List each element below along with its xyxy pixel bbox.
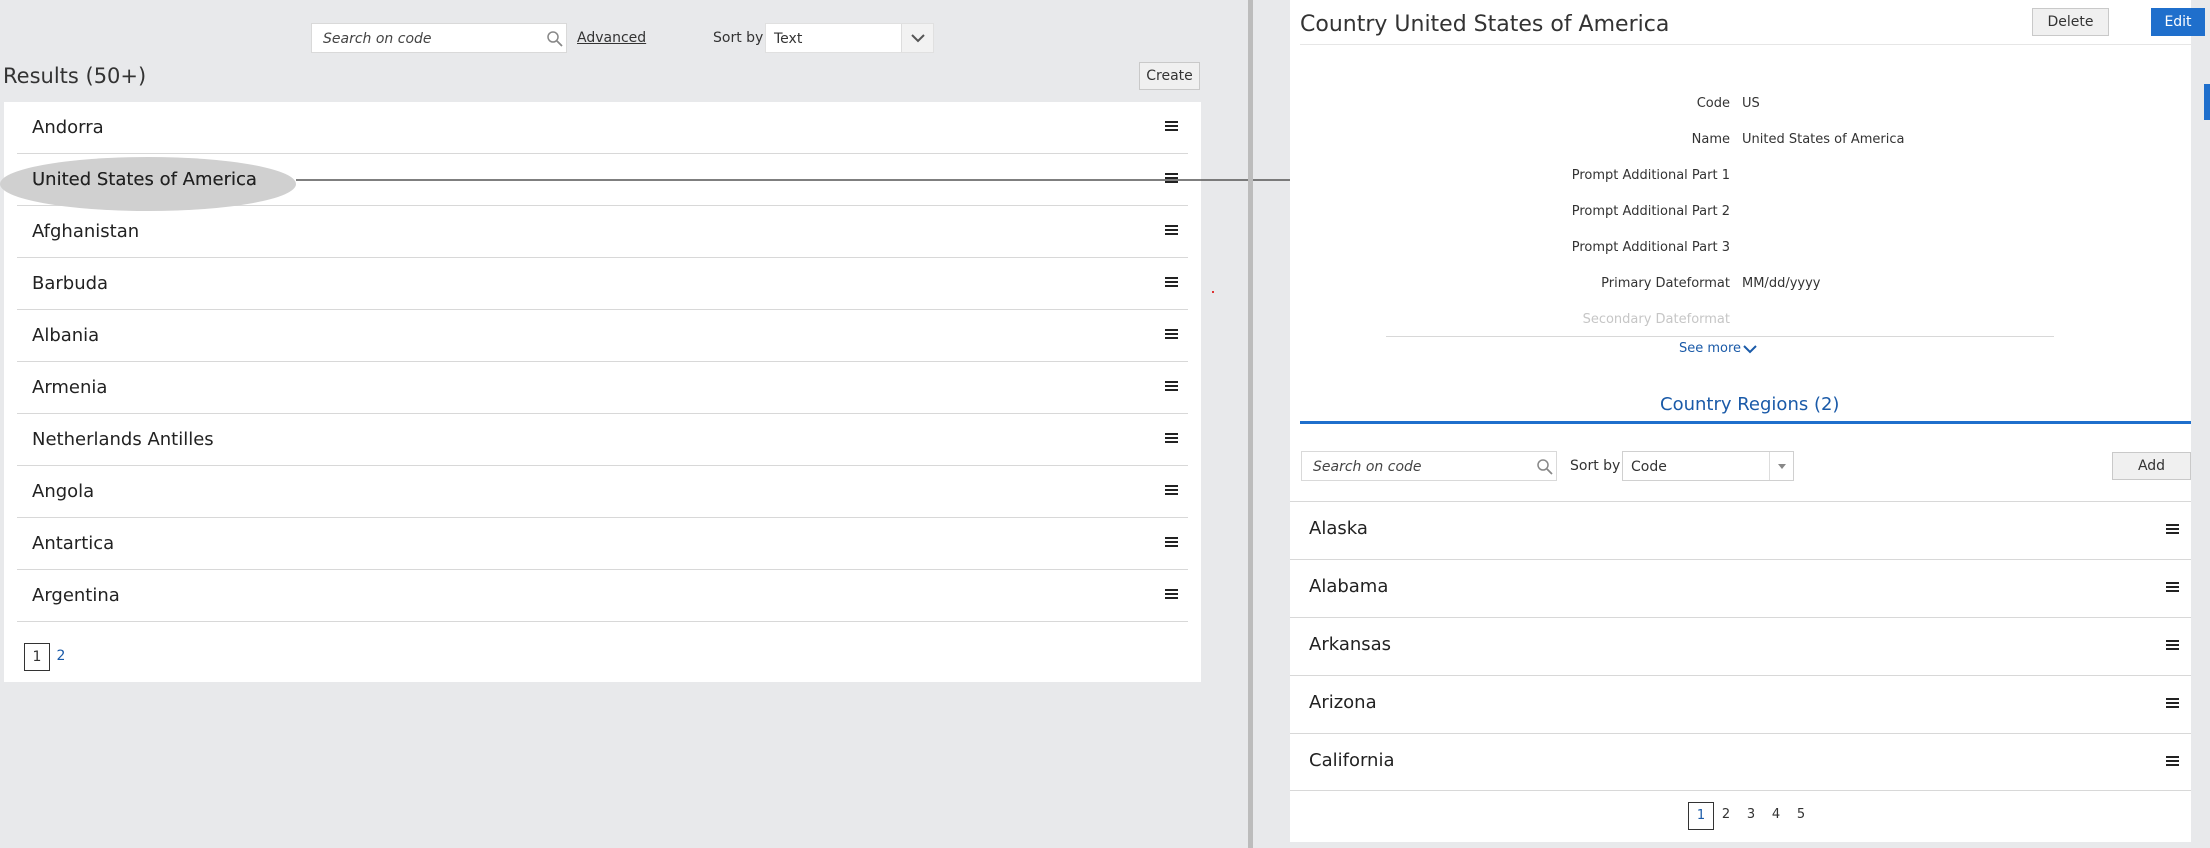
menu-icon[interactable] xyxy=(2166,640,2179,652)
field-label-name: Name xyxy=(1691,132,1730,147)
menu-icon[interactable] xyxy=(2166,582,2179,594)
search-placeholder: Search on code xyxy=(1313,459,1422,475)
list-item[interactable]: California xyxy=(1290,733,2191,791)
sort-by-label: Sort by xyxy=(1570,458,1621,474)
regions-search-input[interactable]: Search on code xyxy=(1301,451,1557,481)
field-label-secondary-dateformat: Secondary Dateformat xyxy=(1582,312,1730,327)
detail-pane: Country United States of America Delete … xyxy=(1290,0,2191,842)
pane-divider[interactable] xyxy=(1248,0,1253,848)
page-button[interactable]: 5 xyxy=(1788,802,1814,830)
page-title: Country United States of America xyxy=(1300,12,1670,37)
menu-icon[interactable] xyxy=(2166,524,2179,536)
field-value-name: United States of America xyxy=(1742,132,1905,147)
field-value-primary-dateformat: MM/dd/yyyy xyxy=(1742,276,1821,291)
add-button[interactable]: Add xyxy=(2112,452,2191,480)
list-item-label: California xyxy=(1309,750,1395,771)
menu-icon[interactable] xyxy=(2166,756,2179,768)
list-item[interactable]: Arkansas xyxy=(1290,617,2191,675)
field-value-code: US xyxy=(1742,96,1760,111)
page-button[interactable]: 3 xyxy=(1738,802,1764,830)
field-label-prompt-1: Prompt Additional Part 1 xyxy=(1571,168,1730,183)
caret-down-icon[interactable] xyxy=(1769,452,1793,480)
regions-tab-underline xyxy=(1300,421,2191,424)
chevron-down-icon[interactable] xyxy=(1742,343,1758,355)
menu-icon[interactable] xyxy=(2166,698,2179,710)
list-item-label: Alaska xyxy=(1309,518,1368,539)
edit-button[interactable]: Edit xyxy=(2151,8,2205,36)
list-item-label: Arkansas xyxy=(1309,634,1392,655)
field-label-code: Code xyxy=(1696,96,1730,111)
field-label-prompt-3: Prompt Additional Part 3 xyxy=(1571,240,1730,255)
sort-select-value: Code xyxy=(1631,459,1667,475)
fields-fade-divider xyxy=(1386,336,2054,337)
page-button[interactable]: 1 xyxy=(1688,802,1714,830)
list-item[interactable]: Alabama xyxy=(1290,559,2191,617)
divider xyxy=(1300,44,2191,45)
regions-sort-select[interactable]: Code xyxy=(1622,451,1794,481)
see-more-link[interactable]: See more xyxy=(1679,341,1741,356)
edge-accent xyxy=(2204,84,2210,120)
list-item-label: Alabama xyxy=(1309,576,1389,597)
field-label-prompt-2: Prompt Additional Part 2 xyxy=(1571,204,1730,219)
page-button[interactable]: 2 xyxy=(1713,802,1739,830)
list-item[interactable]: Arizona xyxy=(1290,675,2191,733)
delete-button[interactable]: Delete xyxy=(2032,8,2109,36)
search-icon[interactable] xyxy=(1535,457,1555,477)
list-item-label: Arizona xyxy=(1309,692,1377,713)
list-item-label: United States of America xyxy=(32,169,257,190)
regions-title[interactable]: Country Regions (2) xyxy=(1660,394,1839,415)
marker-dot xyxy=(1212,291,1214,293)
list-item[interactable]: Alaska xyxy=(1290,501,2191,559)
field-label-primary-dateformat: Primary Dateformat xyxy=(1601,276,1730,291)
page-button[interactable]: 4 xyxy=(1763,802,1789,830)
